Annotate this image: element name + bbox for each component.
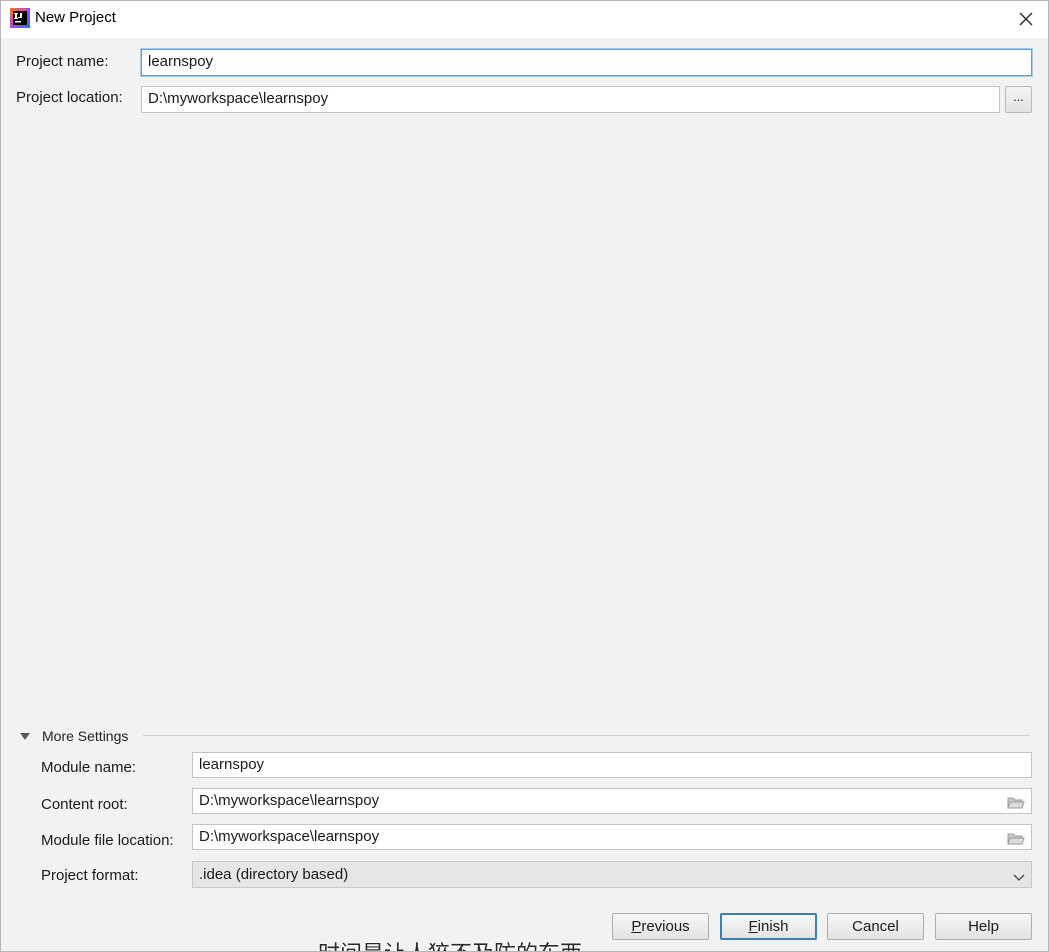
- folder-icon[interactable]: [1007, 830, 1025, 845]
- help-button[interactable]: Help: [935, 913, 1032, 940]
- module-name-input[interactable]: learnspoy: [192, 752, 1032, 778]
- module-file-location-value: D:\myworkspace\learnspoy: [199, 828, 380, 845]
- project-location-input[interactable]: D:\myworkspace\learnspoy: [141, 86, 1000, 113]
- project-format-select[interactable]: .idea (directory based): [192, 861, 1032, 888]
- project-location-label: Project location:: [16, 89, 123, 106]
- expand-triangle-icon: [20, 732, 30, 740]
- finish-label: inish: [757, 918, 789, 935]
- module-name-label: Module name:: [41, 759, 137, 776]
- more-settings-toggle[interactable]: More Settings: [18, 727, 128, 745]
- content-root-label: Content root:: [41, 796, 128, 813]
- previous-label: revious: [641, 918, 690, 935]
- finish-button[interactable]: Finish: [720, 913, 817, 940]
- more-settings-separator: [143, 735, 1030, 736]
- content-root-input[interactable]: D:\myworkspace\learnspoy: [192, 788, 1032, 814]
- folder-icon[interactable]: [1007, 794, 1025, 809]
- more-settings-label: More Settings: [42, 728, 129, 744]
- project-name-input[interactable]: learnspoy: [141, 49, 1032, 76]
- module-file-location-input[interactable]: D:\myworkspace\learnspoy: [192, 824, 1032, 850]
- project-format-label: Project format:: [41, 867, 139, 884]
- project-name-label: Project name:: [16, 53, 109, 70]
- cancel-button[interactable]: Cancel: [827, 913, 924, 940]
- previous-button[interactable]: Previous: [612, 913, 709, 940]
- window-title: New Project: [35, 9, 116, 26]
- browse-location-button[interactable]: ...: [1005, 86, 1032, 113]
- close-icon[interactable]: [1003, 0, 1049, 38]
- content-root-value: D:\myworkspace\learnspoy: [199, 792, 380, 809]
- previous-mnemonic: P: [631, 918, 642, 935]
- module-file-location-label: Module file location:: [41, 832, 174, 849]
- intellij-idea-icon: [10, 8, 30, 28]
- project-format-value: .idea (directory based): [199, 866, 349, 883]
- finish-mnemonic: F: [748, 918, 758, 935]
- title-bar: New Project: [0, 0, 1049, 38]
- chevron-down-icon: [1012, 868, 1026, 882]
- video-subtitle: 时间是让人猝不及防的东西: [318, 936, 582, 952]
